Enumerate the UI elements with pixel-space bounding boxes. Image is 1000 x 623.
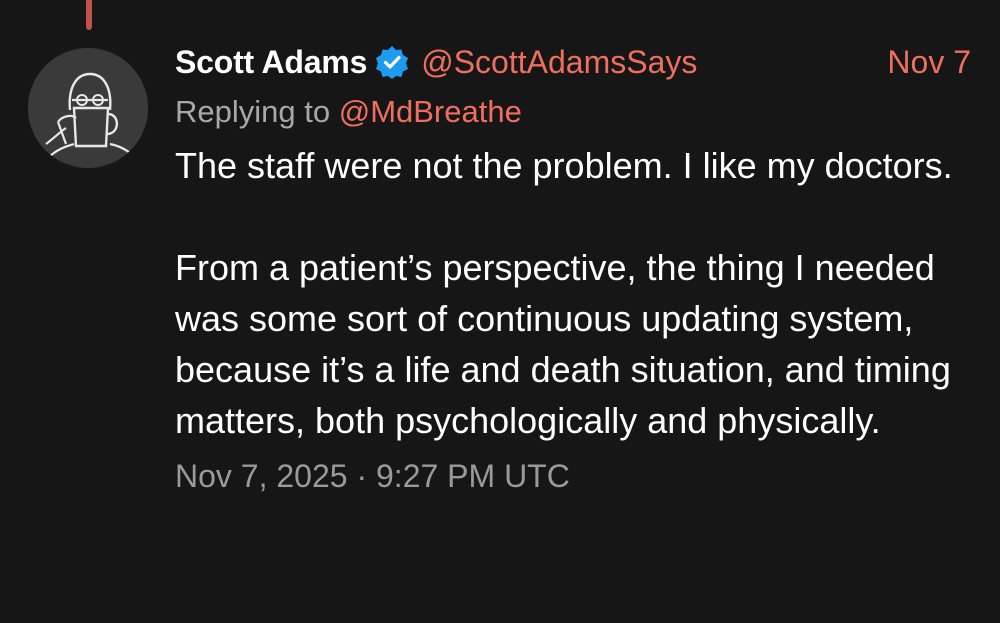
tweet-paragraph: The staff were not the problem. I like m… (175, 145, 953, 186)
verified-badge-icon (375, 45, 409, 79)
tweet-content: Scott Adams @ScottAdamsSays Nov 7 Replyi… (175, 36, 975, 502)
author-handle[interactable]: @ScottAdamsSays (421, 44, 697, 81)
tweet-timestamp[interactable]: Nov 7, 2025 · 9:27 PM UTC (175, 450, 975, 502)
replying-to-handle[interactable]: @MdBreathe (339, 94, 522, 129)
replying-to: Replying to @MdBreathe (175, 86, 975, 138)
tweet-header: Scott Adams @ScottAdamsSays Nov 7 (175, 36, 975, 88)
avatar-sketch-icon (28, 48, 148, 168)
tweet-paragraph: From a patient’s perspective, the thing … (175, 247, 951, 441)
tweet-date-short[interactable]: Nov 7 (887, 44, 971, 81)
thread-connector-line (86, 0, 92, 30)
author-name[interactable]: Scott Adams (175, 44, 367, 81)
tweet-body: The staff were not the problem. I like m… (175, 140, 965, 446)
replying-to-label: Replying to (175, 94, 331, 129)
avatar[interactable] (28, 48, 148, 168)
